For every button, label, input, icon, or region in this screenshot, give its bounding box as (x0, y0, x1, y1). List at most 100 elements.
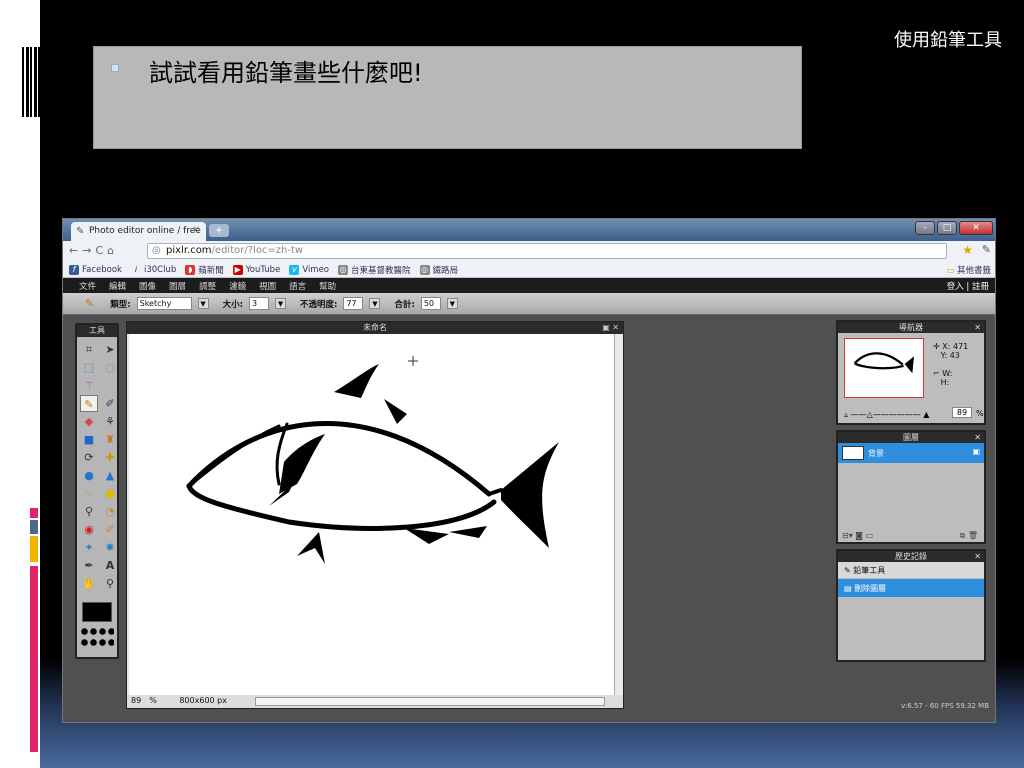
navigator-title-bar: 導航器 ✕ (838, 322, 984, 333)
bullet-text: 試試看用鉛筆畫些什麼吧! (149, 59, 423, 87)
replace-tool-icon[interactable]: ⟳ (80, 449, 98, 466)
layer-folder-icon[interactable]: ▭ (866, 531, 874, 540)
back-icon[interactable]: ← (69, 244, 82, 257)
menu-edit[interactable]: 編輯 (109, 280, 126, 292)
delete-layer-icon[interactable]: 🗑︎ (968, 531, 978, 540)
tool-options-bar: ✎ 類型: Sketchy ▼ 大小: 3 ▼ 不透明度: 77 ▼ 合計: 50 ▼ (63, 293, 995, 315)
menu-layer[interactable]: 圖層 (169, 280, 186, 292)
bookmark-hospital[interactable]: ◎ 台東基督教醫院 (338, 264, 411, 276)
move-tool-icon[interactable]: ➤ (101, 341, 119, 358)
navigator-zoom-input[interactable]: 89 (952, 407, 972, 418)
redeye-tool-icon[interactable]: ◉ (80, 521, 98, 538)
menu-filter[interactable]: 濾鏡 (229, 280, 246, 292)
cursor-coordinates: ✛ X: 471 Y: 43 ⌐ W: H: (933, 342, 968, 387)
close-icon[interactable]: ✕ (974, 551, 981, 562)
horizontal-scrollbar[interactable] (255, 697, 605, 706)
stamp-tool-icon[interactable]: ♜ (101, 431, 119, 448)
menu-image[interactable]: 圖像 (139, 280, 156, 292)
menu-view[interactable]: 視圖 (259, 280, 276, 292)
picker-tool-icon[interactable]: ✒ (80, 557, 98, 574)
new-layer-icon[interactable]: ⧉ (960, 531, 966, 540)
type-select[interactable]: Sketchy (136, 297, 192, 310)
layer-row[interactable]: 背景 ▣ (838, 443, 984, 463)
close-icon[interactable]: ✕ (974, 432, 981, 443)
sharpen-tool-icon[interactable]: ▲ (101, 467, 119, 484)
crop-tool-icon[interactable]: ⌗ (80, 341, 98, 358)
home-icon[interactable]: ⌂ (107, 244, 118, 257)
history-item-label: 刪除圖層 (854, 584, 887, 593)
heal-tool-icon[interactable]: ✐ (101, 521, 119, 538)
chevron-down-icon[interactable]: ▼ (369, 298, 381, 309)
menu-help[interactable]: 幫助 (319, 280, 336, 292)
blur-tool-icon[interactable]: ● (80, 467, 98, 484)
bookmark-vimeo[interactable]: v Vimeo (289, 264, 329, 276)
menu-adjust[interactable]: 調整 (199, 280, 216, 292)
color-bar-blue (30, 520, 38, 534)
zoom-out-icon[interactable]: ▵ (844, 410, 848, 419)
canvas-window-controls[interactable]: ▣ ✕ (602, 322, 619, 334)
pencil-tool-button[interactable]: ✎ (80, 395, 98, 412)
bookmark-star-icon[interactable]: ★ (962, 243, 973, 257)
history-item-selected[interactable]: ▤ 刪除圖層 (838, 579, 984, 597)
zoom-slider-handle[interactable]: △ (867, 410, 873, 419)
menu-language[interactable]: 語言 (289, 280, 306, 292)
close-icon[interactable]: ✕ (959, 221, 993, 235)
layer-settings-icon[interactable]: ⊟▾ (842, 531, 853, 540)
tab-close-icon[interactable]: × (192, 225, 200, 235)
eraser-tool-icon[interactable]: ◆ (80, 413, 98, 430)
grid-dots-icon[interactable] (80, 626, 114, 648)
sponge-tool-icon[interactable]: ● (101, 485, 119, 502)
bookmark-news[interactable]: ◗ 蘋新聞 (185, 264, 224, 276)
layers-title-bar: 圖層 ✕ (838, 432, 984, 443)
smudge-tool-icon[interactable]: ☜ (80, 485, 98, 502)
spray-tool-icon[interactable]: ⚘ (101, 413, 119, 430)
zoom-value[interactable]: 89 (127, 695, 145, 706)
forward-icon[interactable]: → (82, 244, 95, 257)
pinch-tool-icon[interactable]: ✸ (101, 539, 119, 556)
color-swatch[interactable] (82, 602, 112, 622)
url-input[interactable]: ◎ pixlr.com/editor/?loc=zh-tw (147, 243, 947, 259)
color-replace-icon[interactable]: ⚲ (80, 503, 98, 520)
opacity-input[interactable]: 77 (343, 297, 364, 310)
reload-icon[interactable]: C (95, 244, 107, 257)
drawing-canvas[interactable] (129, 334, 615, 696)
bookmark-railway[interactable]: ◎ 鐵路局 (419, 264, 458, 276)
layer-mask-icon[interactable]: ◙ (855, 531, 863, 540)
drawing-tool-icon[interactable]: ✚ (101, 449, 119, 466)
close-icon[interactable]: ✕ (974, 322, 981, 333)
size-input[interactable]: 3 (249, 297, 270, 310)
maximize-icon[interactable]: □ (937, 221, 957, 235)
navigator-thumbnail[interactable] (844, 338, 924, 398)
lasso-tool-icon[interactable]: ◌ (101, 359, 119, 376)
zoom-in-icon[interactable]: ▲ (923, 410, 929, 419)
login-link[interactable]: 登入 | 註冊 (947, 280, 989, 292)
bookmark-facebook[interactable]: f Facebook (69, 264, 122, 276)
wrench-icon[interactable]: ✎ (982, 243, 991, 256)
dodge-tool-icon[interactable]: ◔ (101, 503, 119, 520)
hand-tool-icon[interactable]: ✋ (80, 575, 98, 592)
bookmark-i30club[interactable]: i i30Club (131, 264, 176, 276)
blend-input[interactable]: 50 (420, 297, 441, 310)
history-item[interactable]: ✎ 鉛筆工具 (838, 562, 984, 578)
chevron-down-icon[interactable]: ▼ (446, 298, 458, 309)
marquee-tool-icon[interactable]: ⬚ (80, 359, 98, 376)
url-host: pixlr.com (166, 245, 212, 256)
menu-file[interactable]: 文件 (79, 280, 96, 292)
i30club-icon: i (134, 265, 138, 274)
other-bookmarks[interactable]: ▭ 其他書籤 (946, 264, 991, 276)
brush-tool-icon[interactable]: ✐ (101, 395, 119, 412)
bookmark-youtube[interactable]: ▶ YouTube (232, 264, 280, 276)
chevron-down-icon[interactable]: ▼ (197, 298, 209, 309)
bloat-tool-icon[interactable]: ✦ (80, 539, 98, 556)
chevron-down-icon[interactable]: ▼ (275, 298, 287, 309)
browser-tab[interactable]: ✎ Photo editor online / free × (71, 222, 206, 241)
slide-title: 使用鉛筆工具 (894, 30, 1002, 51)
lock-icon[interactable]: ▣ (972, 447, 980, 456)
wand-tool-icon[interactable]: ⚚ (80, 377, 98, 394)
zoom-tool-icon[interactable]: ⚲ (101, 575, 119, 592)
minimize-icon[interactable]: – (915, 221, 935, 235)
gradient-tool-icon[interactable]: ■ (80, 431, 98, 448)
new-tab-button[interactable]: + (209, 224, 229, 237)
text-tool-icon[interactable]: A (101, 557, 119, 574)
vertical-scrollbar[interactable] (614, 334, 623, 696)
